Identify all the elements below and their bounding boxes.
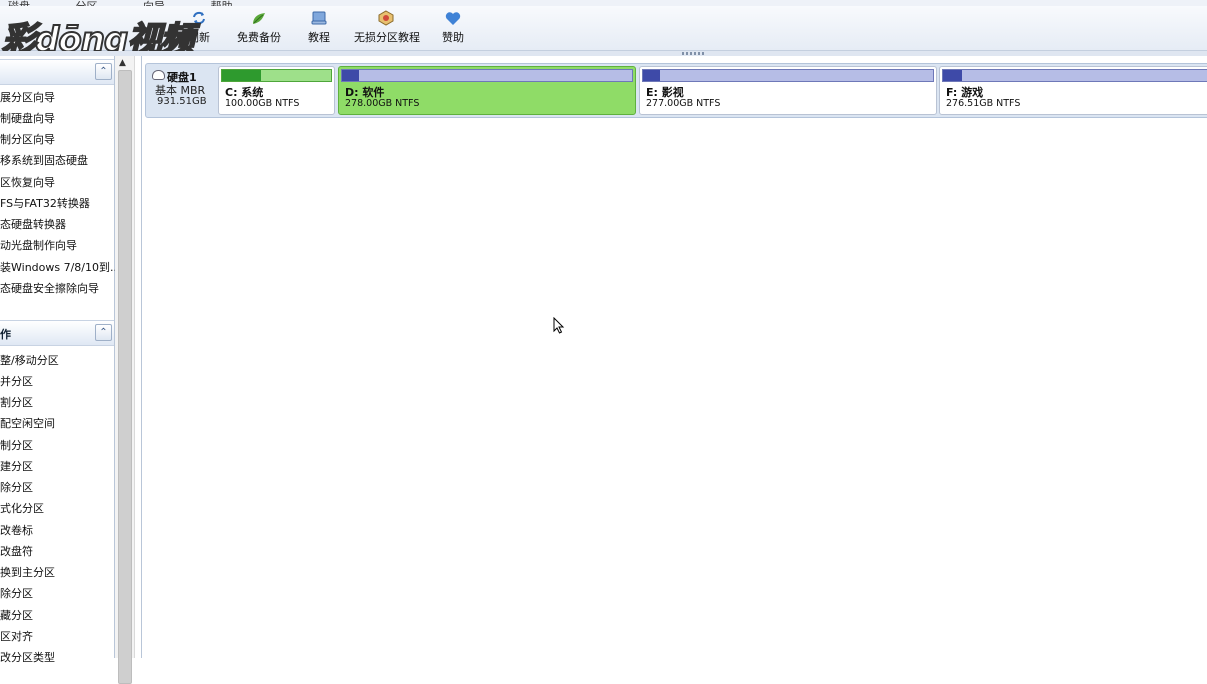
wizard-item[interactable]: 展分区向导: [0, 89, 55, 107]
disk-map-area: 硬盘1 基本 MBR 931.51GB C: 系统 100.00GB NTFS …: [141, 56, 1207, 658]
operation-item[interactable]: 换到主分区: [0, 564, 55, 582]
operation-item[interactable]: 除分区: [0, 585, 33, 603]
wizard-item[interactable]: 区恢复向导: [0, 174, 55, 192]
tutorial-icon: [311, 11, 327, 25]
operation-item[interactable]: 改分区类型: [0, 649, 55, 667]
free-backup-label: 免费备份: [237, 31, 281, 44]
usage-fill: [643, 70, 661, 81]
sidebar-scrollbar[interactable]: ▲: [115, 56, 135, 684]
partition-c[interactable]: C: 系统 100.00GB NTFS: [218, 66, 335, 115]
disk-row[interactable]: 硬盘1 基本 MBR 931.51GB C: 系统 100.00GB NTFS …: [145, 63, 1207, 118]
free-backup-button[interactable]: 免费备份: [236, 10, 282, 48]
usage-bar: [341, 69, 633, 82]
wizards-panel-header[interactable]: ⌃: [0, 59, 114, 85]
disk-info[interactable]: 硬盘1 基本 MBR 931.51GB: [151, 68, 217, 113]
usage-fill: [342, 70, 360, 81]
tutorial-label: 教程: [308, 31, 330, 44]
scroll-up-icon[interactable]: ▲: [119, 58, 126, 68]
collapse-icon[interactable]: ⌃: [95, 63, 112, 80]
wizard-item[interactable]: 动光盘制作向导: [0, 237, 77, 255]
wizard-item[interactable]: 态硬盘转换器: [0, 216, 66, 234]
operation-item[interactable]: 式化分区: [0, 500, 44, 518]
operation-item[interactable]: 建分区: [0, 458, 33, 476]
scrollbar-thumb[interactable]: [118, 70, 132, 684]
disk-size: 931.51GB: [157, 96, 207, 107]
usage-fill: [222, 70, 262, 81]
usage-bar: [221, 69, 332, 82]
tutorial-button[interactable]: 教程: [306, 10, 332, 48]
operation-item[interactable]: 整/移动分区: [0, 352, 59, 370]
operation-item[interactable]: 区对齐: [0, 628, 33, 646]
sidebar: ⌃ 展分区向导 制硬盘向导 制分区向导 移系统到固态硬盘 区恢复向导 FS与FA…: [0, 56, 121, 664]
wizard-item[interactable]: 装Windows 7/8/10到...: [0, 259, 121, 277]
partition-d[interactable]: D: 软件 278.00GB NTFS: [338, 66, 636, 115]
backup-icon: [253, 13, 265, 24]
operation-item[interactable]: 藏分区: [0, 607, 33, 625]
operation-item[interactable]: 并分区: [0, 373, 33, 391]
disk-icon: [152, 70, 165, 80]
operations-panel-title: 作: [0, 328, 11, 341]
collapse-icon[interactable]: ⌃: [95, 324, 112, 341]
sponsor-button[interactable]: 赞助: [440, 10, 466, 48]
sponsor-label: 赞助: [442, 31, 464, 44]
partition-tutorial-label: 无损分区教程: [354, 31, 420, 44]
usage-fill: [943, 70, 962, 81]
operation-item[interactable]: 制分区: [0, 437, 33, 455]
operation-item[interactable]: 除分区: [0, 479, 33, 497]
partition-info: 277.00GB NTFS: [646, 98, 721, 109]
operation-item[interactable]: 割分区: [0, 394, 33, 412]
operation-item[interactable]: 改盘符: [0, 543, 33, 561]
operations-panel-header[interactable]: 作 ⌃: [0, 320, 114, 346]
partition-info: 278.00GB NTFS: [345, 98, 420, 109]
partition-f[interactable]: F: 游戏 276.51GB NTFS: [939, 66, 1207, 115]
splitter-grip[interactable]: [682, 52, 704, 55]
partition-tutorial-button[interactable]: 无损分区教程: [354, 10, 420, 48]
wizard-item[interactable]: 制分区向导: [0, 131, 55, 149]
usage-bar: [942, 69, 1207, 82]
wizard-item[interactable]: 制硬盘向导: [0, 110, 55, 128]
wizard-item[interactable]: 态硬盘安全擦除向导: [0, 280, 99, 298]
partition-info: 100.00GB NTFS: [225, 98, 300, 109]
mouse-cursor-icon: [553, 317, 565, 334]
partition-info: 276.51GB NTFS: [946, 98, 1021, 109]
usage-bar: [642, 69, 934, 82]
partition-tutorial-icon: [378, 10, 394, 26]
operation-item[interactable]: 改卷标: [0, 522, 33, 540]
wizard-item[interactable]: 移系统到固态硬盘: [0, 152, 88, 170]
partition-e[interactable]: E: 影视 277.00GB NTFS: [639, 66, 937, 115]
operation-item[interactable]: 配空闲空间: [0, 415, 55, 433]
wizard-item[interactable]: FS与FAT32转换器: [0, 195, 90, 213]
heart-icon: [445, 12, 461, 25]
